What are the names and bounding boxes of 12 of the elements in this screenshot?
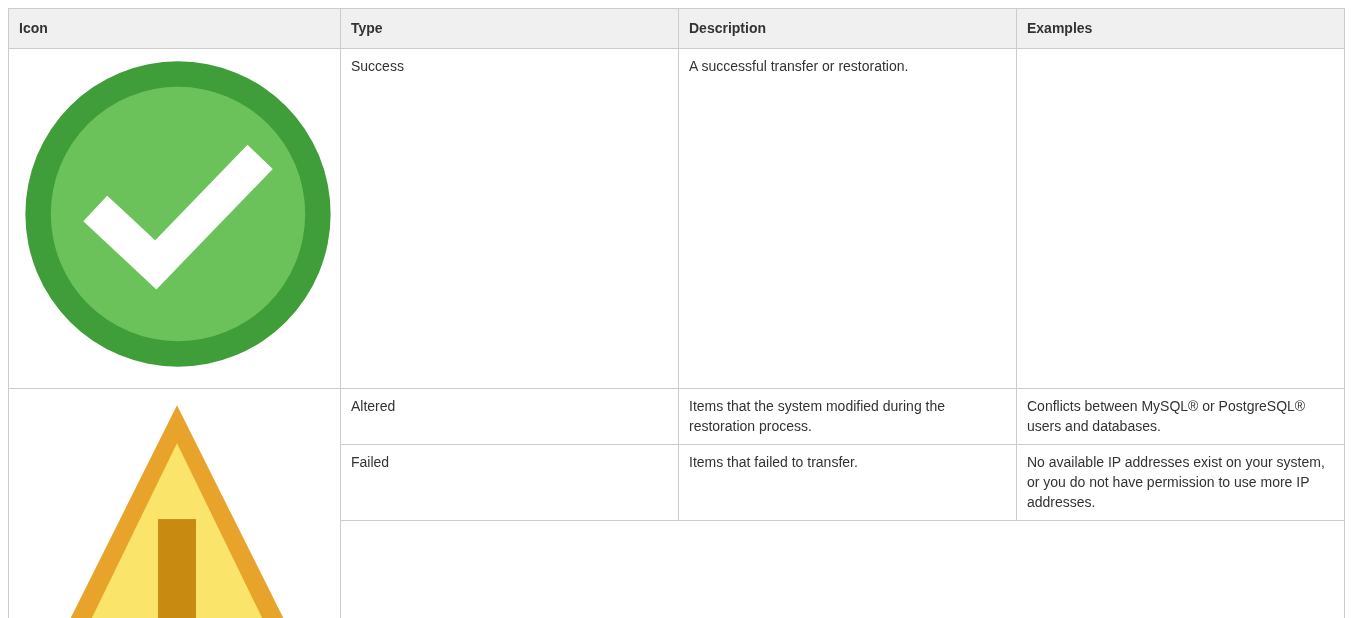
type-cell: Failed <box>340 444 679 521</box>
column-header: Examples <box>1016 8 1345 49</box>
description-cell: Items that failed to transfer. <box>678 444 1017 521</box>
description-cell: A successful transfer or restoration. <box>678 48 1017 389</box>
examples-cell: Conflicts between MySQL® or PostgreSQL® users and databases. <box>1027 398 1306 434</box>
column-header: Icon <box>8 8 341 49</box>
description-cell: Items that the system modified during the restoration process. <box>678 388 1017 445</box>
type-cell: Success <box>340 48 679 389</box>
column-header: Description <box>678 8 1017 49</box>
type-cell: Altered <box>340 388 679 445</box>
column-header: Type <box>340 8 679 49</box>
examples-cell: No available IP addresses exist on your system, or you do not have permission to use more IP addresses. <box>1027 454 1325 510</box>
